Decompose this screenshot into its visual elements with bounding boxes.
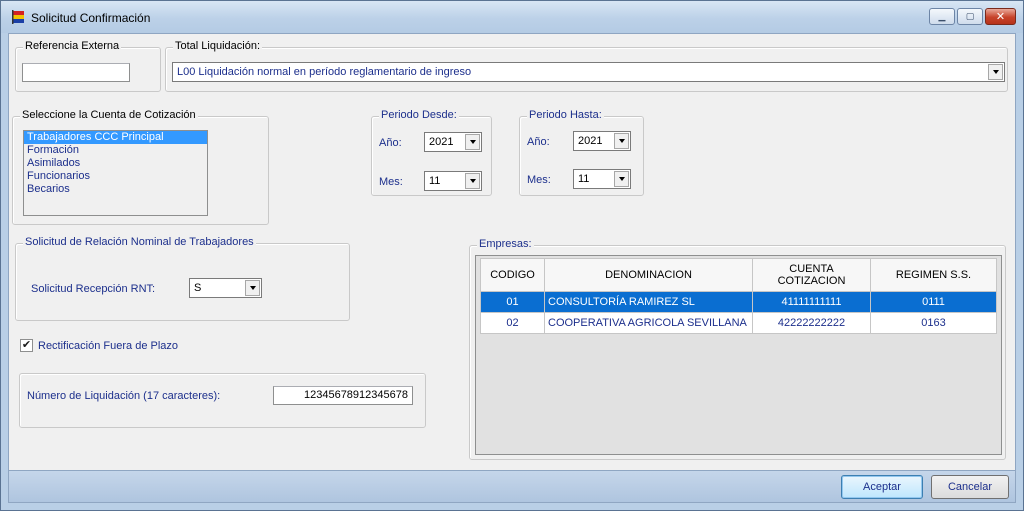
referencia-legend: Referencia Externa xyxy=(23,40,122,52)
window-title: Solicitud Confirmación xyxy=(31,11,151,25)
empresas-grid[interactable]: CODIGO DENOMINACION CUENTA COTIZACION RE… xyxy=(475,255,1002,455)
cell-denominacion: COOPERATIVA AGRICOLA SEVILLANA xyxy=(544,312,753,334)
cuenta-list-item[interactable]: Formación xyxy=(24,144,207,157)
column-header-codigo[interactable]: CODIGO xyxy=(480,258,545,292)
hasta-anio-label: Año: xyxy=(527,136,550,148)
hasta-mes-label: Mes: xyxy=(527,174,551,186)
total-liquidacion-legend: Total Liquidación: xyxy=(173,40,263,52)
dialog-window: Solicitud Confirmación ▁ ▢ ✕ Referencia … xyxy=(0,0,1024,511)
hasta-anio-value: 2021 xyxy=(578,135,603,147)
empresas-legend: Empresas: xyxy=(477,238,534,250)
liquidacion-input[interactable]: 12345678912345678 xyxy=(273,386,413,405)
chevron-down-icon[interactable] xyxy=(465,173,480,189)
cuenta-cotizacion-legend: Seleccione la Cuenta de Cotización xyxy=(20,109,198,121)
cell-regimen: 0111 xyxy=(870,291,997,313)
empresas-table-body: 01 CONSULTORÍA RAMIREZ SL 41111111111 0111 0… xyxy=(480,291,997,334)
chevron-down-icon[interactable] xyxy=(614,133,629,149)
chevron-down-icon[interactable] xyxy=(245,280,260,296)
column-header-cuenta[interactable]: CUENTA COTIZACION xyxy=(752,258,871,292)
minimize-button[interactable]: ▁ xyxy=(929,8,955,25)
cell-regimen: 0163 xyxy=(870,312,997,334)
periodo-desde-legend: Periodo Desde: xyxy=(379,109,459,121)
total-liquidacion-select[interactable]: L00 Liquidación normal en período reglam… xyxy=(172,62,1005,82)
cell-codigo: 02 xyxy=(480,312,545,334)
periodo-hasta-group: Periodo Hasta: Año: 2021 Mes: 11 xyxy=(519,109,644,196)
desde-mes-label: Mes: xyxy=(379,176,403,188)
column-header-regimen[interactable]: REGIMEN S.S. xyxy=(870,258,997,292)
periodo-desde-group: Periodo Desde: Año: 2021 Mes: 11 xyxy=(371,109,492,196)
liquidacion-group: Número de Liquidación (17 caracteres): 1… xyxy=(19,373,426,428)
app-flag-icon xyxy=(12,10,24,24)
dialog-body: Referencia Externa Total Liquidación: L0… xyxy=(8,33,1016,503)
rectificacion-checkbox[interactable]: ✔ xyxy=(20,339,33,352)
referencia-group: Referencia Externa xyxy=(15,40,161,92)
close-button[interactable]: ✕ xyxy=(985,8,1016,25)
cell-denominacion: CONSULTORÍA RAMIREZ SL xyxy=(544,291,753,313)
cuenta-cotizacion-group: Seleccione la Cuenta de Cotización Traba… xyxy=(12,109,269,225)
cell-cuenta: 41111111111 xyxy=(752,291,871,313)
desde-mes-select[interactable]: 11 xyxy=(424,171,482,191)
cuenta-list-item[interactable]: Trabajadores CCC Principal xyxy=(24,131,207,144)
rnt-label: Solicitud Recepción RNT: xyxy=(31,283,156,295)
desde-anio-value: 2021 xyxy=(429,136,454,148)
hasta-mes-value: 11 xyxy=(578,173,590,185)
chevron-down-icon[interactable] xyxy=(465,134,480,150)
cancelar-button[interactable]: Cancelar xyxy=(931,475,1009,499)
cell-codigo: 01 xyxy=(480,291,545,313)
table-row[interactable]: 02 COOPERATIVA AGRICOLA SEVILLANA 42222222… xyxy=(480,312,997,334)
empresas-group: Empresas: CODIGO DENOMINACION CUENTA COT… xyxy=(469,238,1006,460)
total-liquidacion-group: Total Liquidación: L00 Liquidación norma… xyxy=(165,40,1008,92)
rnt-legend: Solicitud de Relación Nominal de Trabaja… xyxy=(23,236,256,248)
hasta-mes-select[interactable]: 11 xyxy=(573,169,631,189)
column-header-denominacion[interactable]: DENOMINACION xyxy=(544,258,753,292)
maximize-button[interactable]: ▢ xyxy=(957,8,983,25)
aceptar-button[interactable]: Aceptar xyxy=(841,475,923,499)
chevron-down-icon[interactable] xyxy=(614,171,629,187)
cuenta-list-item[interactable]: Funcionarios xyxy=(24,170,207,183)
empresas-table: CODIGO DENOMINACION CUENTA COTIZACION RE… xyxy=(480,258,997,334)
desde-anio-select[interactable]: 2021 xyxy=(424,132,482,152)
liquidacion-label: Número de Liquidación (17 caracteres): xyxy=(27,390,221,402)
cuenta-cotizacion-list[interactable]: Trabajadores CCC Principal Formación Asimi… xyxy=(23,130,208,216)
desde-mes-value: 11 xyxy=(429,175,441,187)
rnt-group: Solicitud de Relación Nominal de Trabaja… xyxy=(15,236,350,321)
cuenta-list-item[interactable]: Becarios xyxy=(24,183,207,196)
chevron-down-icon[interactable] xyxy=(988,64,1003,80)
cell-cuenta: 42222222222 xyxy=(752,312,871,334)
cuenta-list-item[interactable]: Asimilados xyxy=(24,157,207,170)
rnt-select[interactable]: S xyxy=(189,278,262,298)
desde-anio-label: Año: xyxy=(379,137,402,149)
table-row[interactable]: 01 CONSULTORÍA RAMIREZ SL 41111111111 0111 xyxy=(480,291,997,313)
rectificacion-label[interactable]: Rectificación Fuera de Plazo xyxy=(38,340,178,352)
referencia-input[interactable] xyxy=(22,63,130,82)
button-bar: Aceptar Cancelar xyxy=(9,470,1015,502)
periodo-hasta-legend: Periodo Hasta: xyxy=(527,109,604,121)
rnt-value: S xyxy=(194,282,202,294)
total-liquidacion-value: L00 Liquidación normal en período reglam… xyxy=(177,66,472,78)
title-bar[interactable]: Solicitud Confirmación ▁ ▢ ✕ xyxy=(1,1,1023,33)
hasta-anio-select[interactable]: 2021 xyxy=(573,131,631,151)
